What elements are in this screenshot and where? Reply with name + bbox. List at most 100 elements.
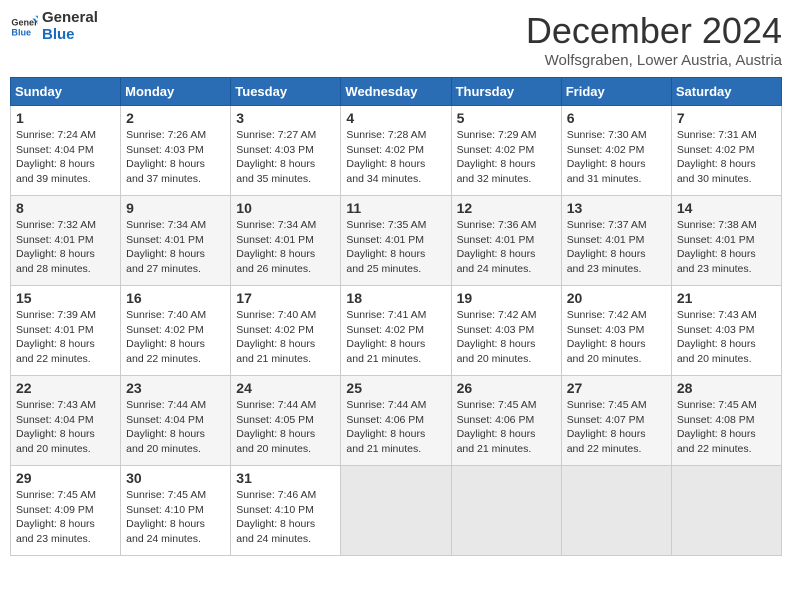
day-info: Sunrise: 7:43 AM Sunset: 4:04 PM Dayligh…: [16, 398, 115, 457]
day-info: Sunrise: 7:36 AM Sunset: 4:01 PM Dayligh…: [457, 218, 556, 277]
day-info: Sunrise: 7:34 AM Sunset: 4:01 PM Dayligh…: [236, 218, 335, 277]
calendar-day-cell: 22 Sunrise: 7:43 AM Sunset: 4:04 PM Dayl…: [11, 376, 121, 466]
day-info: Sunrise: 7:32 AM Sunset: 4:01 PM Dayligh…: [16, 218, 115, 277]
calendar-day-cell: 5 Sunrise: 7:29 AM Sunset: 4:02 PM Dayli…: [451, 106, 561, 196]
calendar-day-cell: 20 Sunrise: 7:42 AM Sunset: 4:03 PM Dayl…: [561, 286, 671, 376]
day-number: 13: [567, 200, 666, 216]
day-number: 20: [567, 290, 666, 306]
day-of-week-header: Wednesday: [341, 78, 451, 106]
day-number: 26: [457, 380, 556, 396]
day-info: Sunrise: 7:28 AM Sunset: 4:02 PM Dayligh…: [346, 128, 445, 187]
title-block: December 2024 Wolfsgraben, Lower Austria…: [526, 10, 782, 69]
calendar-day-cell: 19 Sunrise: 7:42 AM Sunset: 4:03 PM Dayl…: [451, 286, 561, 376]
calendar-day-cell: 8 Sunrise: 7:32 AM Sunset: 4:01 PM Dayli…: [11, 196, 121, 286]
day-number: 29: [16, 470, 115, 486]
day-info: Sunrise: 7:42 AM Sunset: 4:03 PM Dayligh…: [457, 308, 556, 367]
day-info: Sunrise: 7:46 AM Sunset: 4:10 PM Dayligh…: [236, 488, 335, 547]
day-number: 30: [126, 470, 225, 486]
day-of-week-header: Thursday: [451, 78, 561, 106]
calendar-day-cell: 25 Sunrise: 7:44 AM Sunset: 4:06 PM Dayl…: [341, 376, 451, 466]
day-number: 21: [677, 290, 776, 306]
day-number: 25: [346, 380, 445, 396]
day-info: Sunrise: 7:44 AM Sunset: 4:05 PM Dayligh…: [236, 398, 335, 457]
day-number: 22: [16, 380, 115, 396]
calendar-day-cell: 2 Sunrise: 7:26 AM Sunset: 4:03 PM Dayli…: [121, 106, 231, 196]
day-info: Sunrise: 7:39 AM Sunset: 4:01 PM Dayligh…: [16, 308, 115, 367]
day-number: 31: [236, 470, 335, 486]
day-info: Sunrise: 7:45 AM Sunset: 4:08 PM Dayligh…: [677, 398, 776, 457]
day-of-week-header: Tuesday: [231, 78, 341, 106]
calendar-day-cell: 9 Sunrise: 7:34 AM Sunset: 4:01 PM Dayli…: [121, 196, 231, 286]
calendar-day-cell: 13 Sunrise: 7:37 AM Sunset: 4:01 PM Dayl…: [561, 196, 671, 286]
day-number: 18: [346, 290, 445, 306]
day-of-week-header: Monday: [121, 78, 231, 106]
calendar-day-cell: 18 Sunrise: 7:41 AM Sunset: 4:02 PM Dayl…: [341, 286, 451, 376]
calendar-day-cell: 24 Sunrise: 7:44 AM Sunset: 4:05 PM Dayl…: [231, 376, 341, 466]
day-info: Sunrise: 7:29 AM Sunset: 4:02 PM Dayligh…: [457, 128, 556, 187]
empty-cell: [671, 466, 781, 556]
day-info: Sunrise: 7:43 AM Sunset: 4:03 PM Dayligh…: [677, 308, 776, 367]
empty-cell: [561, 466, 671, 556]
day-info: Sunrise: 7:45 AM Sunset: 4:07 PM Dayligh…: [567, 398, 666, 457]
logo-blue: Blue: [42, 27, 98, 44]
calendar-day-cell: 4 Sunrise: 7:28 AM Sunset: 4:02 PM Dayli…: [341, 106, 451, 196]
day-number: 16: [126, 290, 225, 306]
day-info: Sunrise: 7:40 AM Sunset: 4:02 PM Dayligh…: [126, 308, 225, 367]
calendar-day-cell: 23 Sunrise: 7:44 AM Sunset: 4:04 PM Dayl…: [121, 376, 231, 466]
day-info: Sunrise: 7:38 AM Sunset: 4:01 PM Dayligh…: [677, 218, 776, 277]
day-number: 9: [126, 200, 225, 216]
day-number: 1: [16, 110, 115, 126]
calendar-day-cell: 1 Sunrise: 7:24 AM Sunset: 4:04 PM Dayli…: [11, 106, 121, 196]
day-info: Sunrise: 7:27 AM Sunset: 4:03 PM Dayligh…: [236, 128, 335, 187]
calendar-day-cell: 27 Sunrise: 7:45 AM Sunset: 4:07 PM Dayl…: [561, 376, 671, 466]
day-info: Sunrise: 7:30 AM Sunset: 4:02 PM Dayligh…: [567, 128, 666, 187]
day-info: Sunrise: 7:44 AM Sunset: 4:06 PM Dayligh…: [346, 398, 445, 457]
day-number: 11: [346, 200, 445, 216]
day-of-week-header: Friday: [561, 78, 671, 106]
calendar-day-cell: 28 Sunrise: 7:45 AM Sunset: 4:08 PM Dayl…: [671, 376, 781, 466]
empty-cell: [451, 466, 561, 556]
day-info: Sunrise: 7:40 AM Sunset: 4:02 PM Dayligh…: [236, 308, 335, 367]
calendar-day-cell: 10 Sunrise: 7:34 AM Sunset: 4:01 PM Dayl…: [231, 196, 341, 286]
location: Wolfsgraben, Lower Austria, Austria: [526, 52, 782, 69]
day-info: Sunrise: 7:31 AM Sunset: 4:02 PM Dayligh…: [677, 128, 776, 187]
calendar-day-cell: 30 Sunrise: 7:45 AM Sunset: 4:10 PM Dayl…: [121, 466, 231, 556]
day-info: Sunrise: 7:26 AM Sunset: 4:03 PM Dayligh…: [126, 128, 225, 187]
calendar-day-cell: 15 Sunrise: 7:39 AM Sunset: 4:01 PM Dayl…: [11, 286, 121, 376]
day-number: 24: [236, 380, 335, 396]
calendar-day-cell: 29 Sunrise: 7:45 AM Sunset: 4:09 PM Dayl…: [11, 466, 121, 556]
day-number: 28: [677, 380, 776, 396]
day-number: 27: [567, 380, 666, 396]
day-number: 6: [567, 110, 666, 126]
day-of-week-header: Saturday: [671, 78, 781, 106]
calendar-day-cell: 17 Sunrise: 7:40 AM Sunset: 4:02 PM Dayl…: [231, 286, 341, 376]
calendar-day-cell: 26 Sunrise: 7:45 AM Sunset: 4:06 PM Dayl…: [451, 376, 561, 466]
day-info: Sunrise: 7:45 AM Sunset: 4:10 PM Dayligh…: [126, 488, 225, 547]
calendar-day-cell: 31 Sunrise: 7:46 AM Sunset: 4:10 PM Dayl…: [231, 466, 341, 556]
logo-general: General: [42, 10, 98, 27]
day-info: Sunrise: 7:35 AM Sunset: 4:01 PM Dayligh…: [346, 218, 445, 277]
day-number: 3: [236, 110, 335, 126]
day-info: Sunrise: 7:45 AM Sunset: 4:09 PM Dayligh…: [16, 488, 115, 547]
month-title: December 2024: [526, 10, 782, 52]
day-number: 2: [126, 110, 225, 126]
day-number: 12: [457, 200, 556, 216]
day-info: Sunrise: 7:34 AM Sunset: 4:01 PM Dayligh…: [126, 218, 225, 277]
day-number: 5: [457, 110, 556, 126]
day-info: Sunrise: 7:44 AM Sunset: 4:04 PM Dayligh…: [126, 398, 225, 457]
day-number: 8: [16, 200, 115, 216]
day-info: Sunrise: 7:24 AM Sunset: 4:04 PM Dayligh…: [16, 128, 115, 187]
day-info: Sunrise: 7:37 AM Sunset: 4:01 PM Dayligh…: [567, 218, 666, 277]
day-number: 23: [126, 380, 225, 396]
calendar-day-cell: 3 Sunrise: 7:27 AM Sunset: 4:03 PM Dayli…: [231, 106, 341, 196]
calendar-day-cell: 16 Sunrise: 7:40 AM Sunset: 4:02 PM Dayl…: [121, 286, 231, 376]
calendar-day-cell: 12 Sunrise: 7:36 AM Sunset: 4:01 PM Dayl…: [451, 196, 561, 286]
day-number: 17: [236, 290, 335, 306]
calendar-day-cell: 11 Sunrise: 7:35 AM Sunset: 4:01 PM Dayl…: [341, 196, 451, 286]
logo: General Blue General Blue: [10, 10, 98, 43]
day-number: 7: [677, 110, 776, 126]
day-number: 14: [677, 200, 776, 216]
calendar-day-cell: 14 Sunrise: 7:38 AM Sunset: 4:01 PM Dayl…: [671, 196, 781, 286]
calendar-day-cell: 21 Sunrise: 7:43 AM Sunset: 4:03 PM Dayl…: [671, 286, 781, 376]
day-info: Sunrise: 7:41 AM Sunset: 4:02 PM Dayligh…: [346, 308, 445, 367]
